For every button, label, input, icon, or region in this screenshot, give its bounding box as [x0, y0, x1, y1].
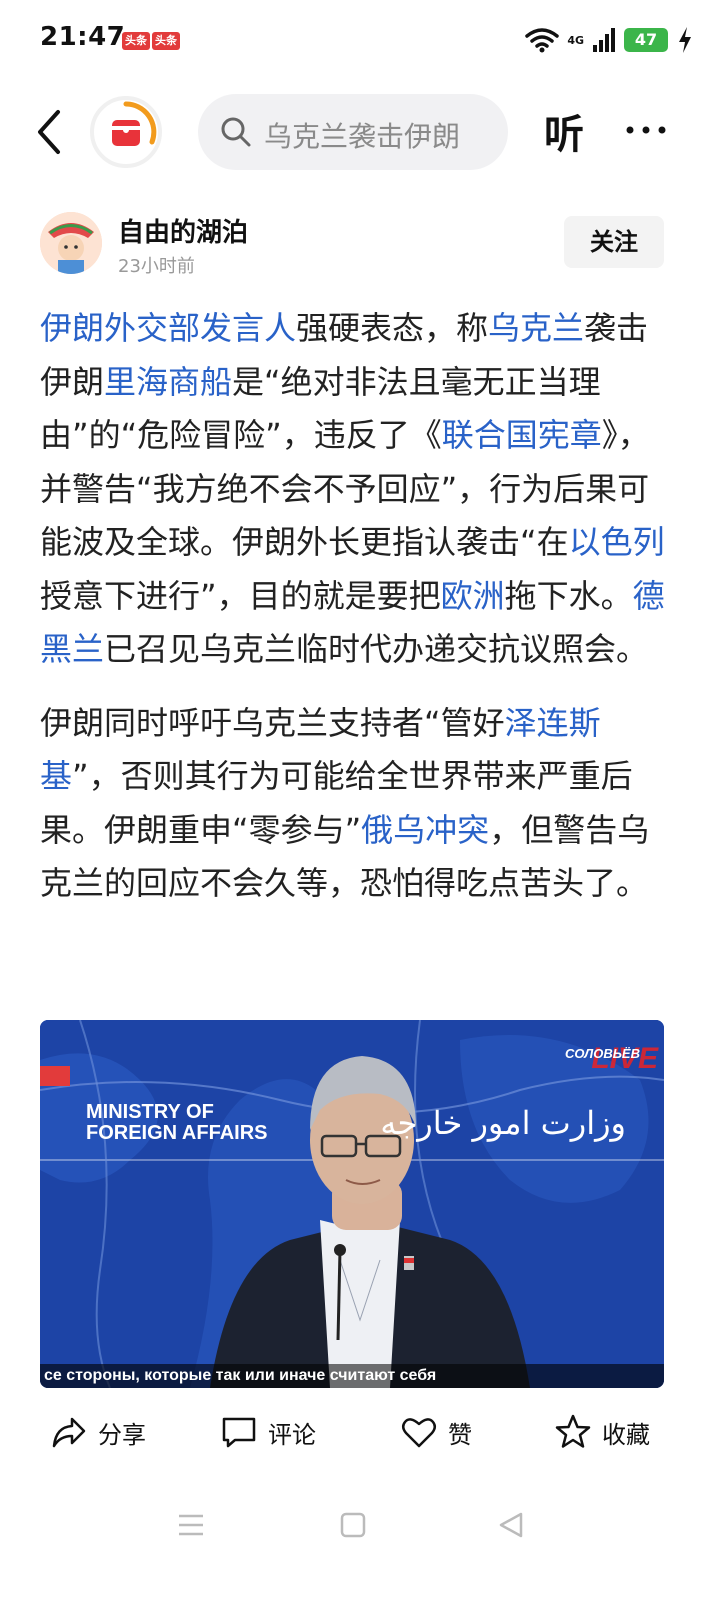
system-nav-bar — [0, 1496, 720, 1556]
charging-icon — [679, 27, 691, 53]
topic-link[interactable]: 俄乌冲突 — [361, 811, 489, 849]
topic-link[interactable]: 以色列 — [569, 523, 665, 561]
wifi-icon — [525, 28, 560, 53]
author-name[interactable]: 自由的湖泊 — [118, 212, 248, 249]
collect-button[interactable]: 收藏 — [554, 1410, 650, 1454]
like-label: 赞 — [448, 1420, 472, 1449]
comment-icon — [222, 1417, 256, 1448]
heart-icon — [402, 1418, 436, 1448]
video-player[interactable]: MINISTRY OF FOREIGN AFFAIRS LIVE СОЛОВЬЁ… — [40, 1020, 664, 1388]
follow-button[interactable]: 关注 — [564, 216, 664, 268]
author-row: 自由的湖泊 23小时前 关注 — [0, 208, 720, 278]
collect-label: 收藏 — [602, 1420, 650, 1449]
topic-link[interactable]: 联合国宪章 — [442, 416, 602, 454]
share-label: 分享 — [98, 1420, 146, 1449]
search-input[interactable]: 乌克兰袭击伊朗 — [264, 115, 460, 155]
persian-ministry-label: وزارت امور خارجه — [380, 1104, 626, 1142]
comment-label: 评论 — [268, 1420, 316, 1449]
toutiao-logo-icon — [112, 101, 157, 146]
network-type: 4G — [567, 33, 584, 47]
home-icon[interactable] — [338, 1510, 368, 1540]
battery-icon: 47 — [624, 28, 668, 52]
clock: 21:47 — [40, 22, 126, 52]
text-span: 已召见乌克兰临时代办递交抗议照会。 — [104, 630, 649, 668]
topic-link[interactable]: 里海商船 — [104, 363, 232, 401]
topic-link[interactable]: 伊朗外交部发言人 — [40, 309, 296, 347]
comment-button[interactable]: 评论 — [220, 1410, 316, 1454]
video-subtitle: се стороны, которые так или иначе считаю… — [40, 1364, 664, 1388]
back-icon[interactable] — [26, 104, 74, 160]
topic-link[interactable]: 欧洲 — [441, 577, 505, 615]
app-logo[interactable] — [90, 96, 162, 168]
text-span: 伊朗同时呼吁乌克兰支持者“管好 — [40, 703, 505, 742]
paragraph: 伊朗同时呼吁乌克兰支持者“管好泽连斯基”，否则其行为可能给全世界带来严重后果。伊… — [40, 697, 676, 911]
toutiao-notification-icon: 头条 — [122, 32, 150, 50]
status-bar: 21:47 头条 头条 4G 47 — [0, 0, 720, 80]
video-frame — [40, 1020, 664, 1388]
text-span: 授意下进行”，目的就是要把 — [40, 576, 441, 615]
top-nav: 乌克兰袭击伊朗 听 — [0, 88, 720, 174]
text-span: 拖下水。 — [504, 576, 633, 615]
back-nav-icon[interactable] — [496, 1510, 526, 1540]
topic-link[interactable]: 乌克兰 — [488, 309, 584, 347]
menu-icon[interactable] — [176, 1510, 206, 1540]
paragraph: 伊朗外交部发言人强硬表态，称乌克兰袭击伊朗里海商船是“绝对非法且毫无正当理由”的… — [40, 302, 676, 677]
post-time: 23小时前 — [118, 256, 195, 277]
ministry-label: MINISTRY OF FOREIGN AFFAIRS — [86, 1101, 268, 1144]
avatar[interactable] — [40, 212, 102, 274]
channel-label: СОЛОВЬЁВ — [564, 1046, 640, 1061]
text-span: 强硬表态，称 — [296, 309, 489, 347]
action-bar: 分享 评论 赞 收藏 — [0, 1400, 720, 1464]
avatar-illustration-icon — [40, 212, 102, 274]
status-icons: 4G 47 — [525, 22, 668, 58]
share-button[interactable]: 分享 — [50, 1410, 146, 1454]
toutiao-notification-icon: 头条 — [152, 32, 180, 50]
listen-button[interactable]: 听 — [544, 102, 584, 160]
star-icon — [555, 1414, 591, 1448]
article-body: 伊朗外交部发言人强硬表态，称乌克兰袭击伊朗里海商船是“绝对非法且毫无正当理由”的… — [40, 302, 676, 931]
search-bar[interactable]: 乌克兰袭击伊朗 — [198, 94, 508, 170]
search-icon — [221, 117, 251, 147]
more-icon[interactable] — [624, 114, 668, 146]
share-icon — [52, 1417, 86, 1448]
like-button[interactable]: 赞 — [400, 1410, 472, 1454]
signal-icon — [593, 28, 615, 52]
